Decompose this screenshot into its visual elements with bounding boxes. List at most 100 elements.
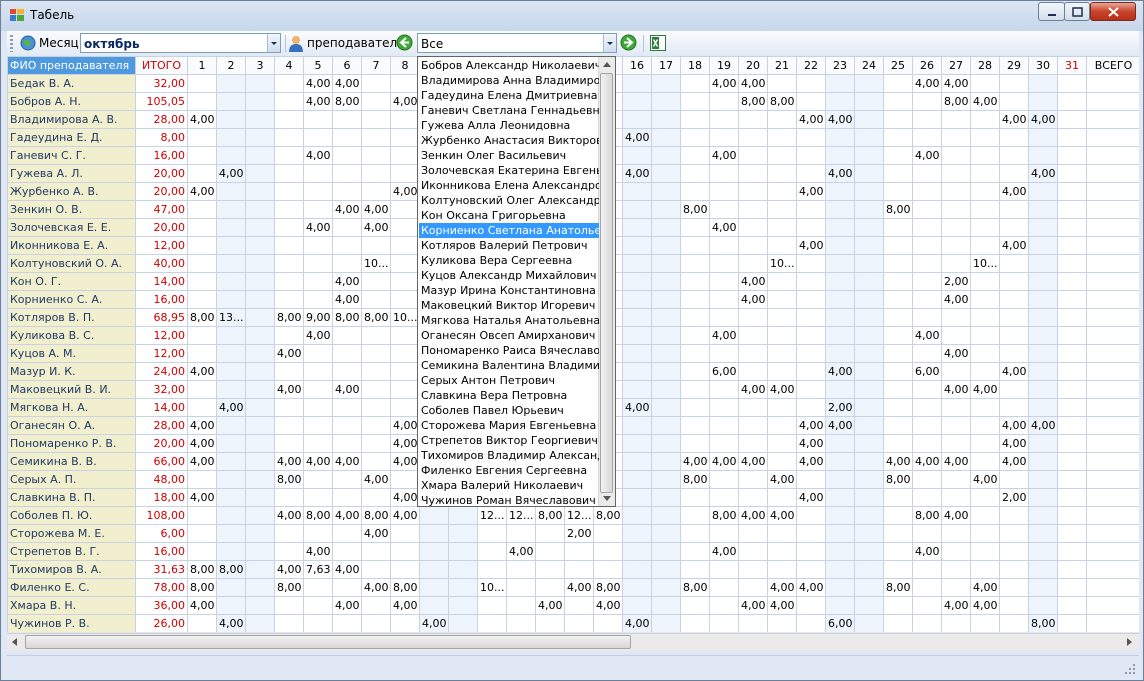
day-cell[interactable] [506, 560, 536, 579]
day-cell[interactable]: 4,00 [825, 416, 855, 435]
day-cell[interactable] [912, 290, 942, 309]
day-cell[interactable] [332, 524, 362, 543]
day-cell[interactable] [593, 614, 623, 632]
day-cell[interactable]: 4,00 [535, 596, 565, 615]
day-cell[interactable]: 4,00 [912, 542, 942, 561]
day-cell[interactable] [680, 344, 710, 363]
teacher-name-cell[interactable]: Ганевич С. Г. [7, 146, 136, 165]
day-cell[interactable] [1057, 434, 1087, 453]
total-cell[interactable]: 26,00 [135, 614, 188, 632]
teacher-name-cell[interactable]: Кон О. Г. [7, 272, 136, 291]
day-cell[interactable] [912, 92, 942, 111]
grand-total-cell[interactable] [1086, 380, 1139, 399]
day-cell[interactable]: 4,00 [390, 92, 420, 111]
day-cell[interactable] [216, 128, 246, 147]
day-cell[interactable] [245, 416, 275, 435]
day-cell[interactable]: 6,00 [912, 362, 942, 381]
day-cell[interactable]: 10... [477, 578, 507, 597]
day-cell[interactable] [1028, 182, 1058, 201]
day-cell[interactable] [1057, 344, 1087, 363]
day-cell[interactable] [883, 596, 913, 615]
day-cell[interactable] [767, 416, 797, 435]
day-cell[interactable] [622, 560, 652, 579]
day-cell[interactable]: 4,00 [970, 596, 1000, 615]
day-cell[interactable] [825, 146, 855, 165]
total-cell[interactable]: 20,00 [135, 218, 188, 237]
day-cell[interactable] [245, 434, 275, 453]
day-cell[interactable] [854, 200, 884, 219]
day-cell[interactable] [622, 290, 652, 309]
day-cell[interactable]: 4,00 [332, 560, 362, 579]
day-cell[interactable] [390, 272, 420, 291]
dropdown-item[interactable]: Ганевич Светлана Геннадьевна [419, 103, 599, 118]
day-cell[interactable] [767, 74, 797, 93]
dropdown-item[interactable]: Корниенко Светлана Анатольевна [419, 223, 599, 238]
day-cell[interactable] [245, 470, 275, 489]
day-cell[interactable]: 8,00 [390, 578, 420, 597]
day-cell[interactable] [390, 74, 420, 93]
total-cell[interactable]: 6,00 [135, 524, 188, 543]
day-cell[interactable]: 4,00 [361, 218, 391, 237]
day-cell[interactable] [651, 452, 681, 471]
day-cell[interactable] [1057, 416, 1087, 435]
day-cell[interactable] [245, 578, 275, 597]
day-cell[interactable] [854, 110, 884, 129]
day-cell[interactable] [245, 182, 275, 201]
day-cell[interactable] [883, 362, 913, 381]
day-cell[interactable] [187, 128, 217, 147]
day-cell[interactable] [216, 110, 246, 129]
day-cell[interactable] [216, 542, 246, 561]
day-cell[interactable] [999, 272, 1029, 291]
day-cell[interactable] [738, 110, 768, 129]
day-cell[interactable]: 4,00 [999, 416, 1029, 435]
day-cell[interactable] [912, 560, 942, 579]
day-cell[interactable] [999, 542, 1029, 561]
day-cell[interactable] [1028, 272, 1058, 291]
day-cell[interactable] [245, 398, 275, 417]
day-cell[interactable] [999, 290, 1029, 309]
day-cell[interactable] [941, 164, 971, 183]
day-cell[interactable] [738, 416, 768, 435]
day-cell[interactable] [245, 146, 275, 165]
day-cell[interactable] [535, 578, 565, 597]
dropdown-item[interactable]: Владимирова Анна Владимировна [419, 73, 599, 88]
day-cell[interactable] [825, 92, 855, 111]
day-cell[interactable] [332, 434, 362, 453]
day-cell[interactable] [680, 614, 710, 632]
dropdown-item[interactable]: Славкина Вера Петровна [419, 388, 599, 403]
day-cell[interactable] [680, 92, 710, 111]
day-cell[interactable] [390, 218, 420, 237]
day-cell[interactable] [941, 146, 971, 165]
day-cell[interactable] [680, 128, 710, 147]
day-cell[interactable] [1028, 74, 1058, 93]
day-cell[interactable] [680, 524, 710, 543]
day-cell[interactable] [448, 578, 478, 597]
chevron-down-icon[interactable] [603, 34, 616, 52]
grand-total-cell[interactable] [1086, 524, 1139, 543]
day-cell[interactable] [390, 398, 420, 417]
day-cell[interactable] [506, 524, 536, 543]
day-cell[interactable] [796, 200, 826, 219]
day-cell[interactable] [390, 254, 420, 273]
day-cell[interactable] [651, 560, 681, 579]
day-cell[interactable] [361, 110, 391, 129]
day-cell[interactable] [970, 182, 1000, 201]
day-cell[interactable] [970, 560, 1000, 579]
day-cell[interactable]: 4,00 [274, 344, 304, 363]
column-header-day[interactable]: 21 [767, 56, 797, 75]
day-cell[interactable] [187, 200, 217, 219]
day-cell[interactable] [274, 542, 304, 561]
day-cell[interactable] [825, 434, 855, 453]
day-cell[interactable] [303, 398, 333, 417]
day-cell[interactable] [999, 218, 1029, 237]
day-cell[interactable] [680, 182, 710, 201]
day-cell[interactable]: 4,00 [970, 578, 1000, 597]
day-cell[interactable]: 4,00 [303, 326, 333, 345]
day-cell[interactable] [738, 488, 768, 507]
day-cell[interactable] [274, 362, 304, 381]
day-cell[interactable] [390, 560, 420, 579]
day-cell[interactable] [622, 542, 652, 561]
day-cell[interactable] [767, 344, 797, 363]
total-cell[interactable]: 32,00 [135, 74, 188, 93]
grand-total-cell[interactable] [1086, 560, 1139, 579]
